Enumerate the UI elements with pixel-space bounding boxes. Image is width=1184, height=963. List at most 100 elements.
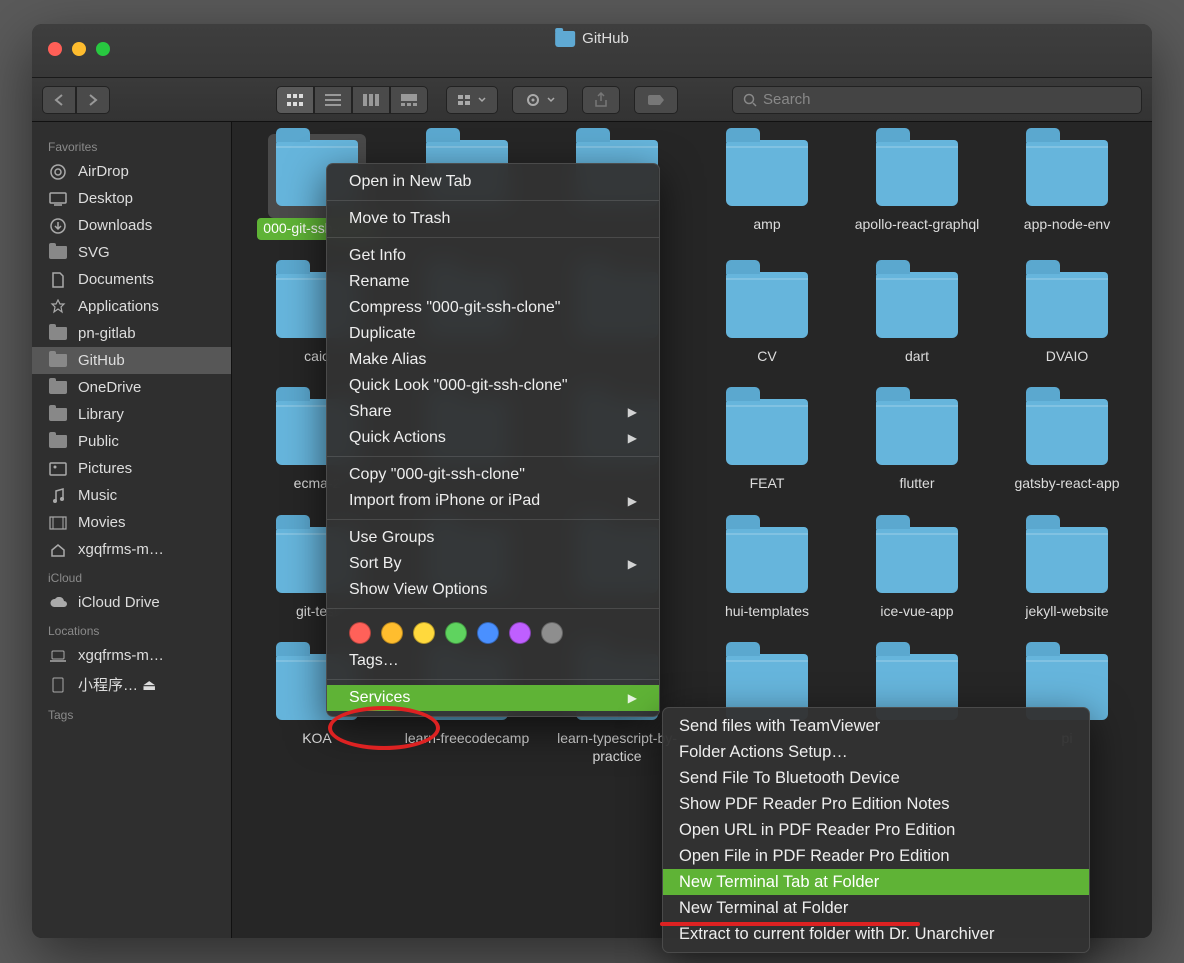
- ctx-item[interactable]: Quick Look "000-git-ssh-clone": [327, 373, 659, 399]
- disk-icon: [48, 677, 68, 693]
- ctx-item[interactable]: Duplicate: [327, 321, 659, 347]
- tag-color-dot[interactable]: [349, 622, 371, 644]
- sidebar-item-applications[interactable]: Applications: [32, 293, 231, 320]
- minimize-icon[interactable]: [72, 42, 86, 56]
- folder-icon: [726, 527, 808, 593]
- submenu-item[interactable]: Extract to current folder with Dr. Unarc…: [663, 921, 1089, 947]
- submenu-item[interactable]: Folder Actions Setup…: [663, 739, 1089, 765]
- ctx-item[interactable]: Get Info: [327, 243, 659, 269]
- sidebar-item-public[interactable]: Public: [32, 428, 231, 455]
- folder-icon: [48, 245, 68, 261]
- folder-item[interactable]: apollo-react-graphql: [842, 140, 992, 240]
- submenu-item[interactable]: Show PDF Reader Pro Edition Notes: [663, 791, 1089, 817]
- folder-icon: [1026, 399, 1108, 465]
- sidebar-item-documents[interactable]: Documents: [32, 266, 231, 293]
- ctx-item[interactable]: Quick Actions▶: [327, 425, 659, 451]
- folder-item[interactable]: CV: [692, 272, 842, 368]
- folder-item[interactable]: gatsby-react-app: [992, 399, 1142, 495]
- tag-color-dot[interactable]: [445, 622, 467, 644]
- share-button[interactable]: [582, 86, 620, 114]
- ctx-item[interactable]: Make Alias: [327, 347, 659, 373]
- tag-color-dot[interactable]: [381, 622, 403, 644]
- column-view-button[interactable]: [352, 86, 390, 114]
- ctx-item[interactable]: Sort By▶: [327, 551, 659, 577]
- submenu-item[interactable]: Open URL in PDF Reader Pro Edition: [663, 817, 1089, 843]
- traffic-lights: [48, 42, 110, 56]
- folder-item[interactable]: DVAIO: [992, 272, 1142, 368]
- sidebar-item-xgqfrms-m-[interactable]: xgqfrms-m…: [32, 536, 231, 563]
- window-title: GitHub: [555, 30, 629, 47]
- sidebar-item-onedrive[interactable]: OneDrive: [32, 374, 231, 401]
- sidebar-item-downloads[interactable]: Downloads: [32, 212, 231, 239]
- ctx-item[interactable]: Show View Options: [327, 577, 659, 603]
- folder-icon: [1026, 140, 1108, 206]
- sidebar-item-desktop[interactable]: Desktop: [32, 185, 231, 212]
- sidebar-item-music[interactable]: Music: [32, 482, 231, 509]
- ctx-item[interactable]: Rename: [327, 269, 659, 295]
- sidebar-item-svg[interactable]: SVG: [32, 239, 231, 266]
- action-button[interactable]: [512, 86, 568, 114]
- search-field[interactable]: Search: [732, 86, 1142, 114]
- close-icon[interactable]: [48, 42, 62, 56]
- tag-color-dot[interactable]: [541, 622, 563, 644]
- ctx-item[interactable]: Copy "000-git-ssh-clone": [327, 462, 659, 488]
- folder-item[interactable]: hui-templates: [692, 527, 842, 623]
- submenu-item[interactable]: Send files with TeamViewer: [663, 713, 1089, 739]
- ctx-item[interactable]: Import from iPhone or iPad▶: [327, 488, 659, 514]
- forward-button[interactable]: [76, 86, 110, 114]
- sidebar-section-header: Locations: [32, 616, 231, 642]
- sidebar-item-library[interactable]: Library: [32, 401, 231, 428]
- submenu-item[interactable]: New Terminal at Folder: [663, 895, 1089, 921]
- folder-item[interactable]: ice-vue-app: [842, 527, 992, 623]
- list-view-button[interactable]: [314, 86, 352, 114]
- folder-item[interactable]: flutter: [842, 399, 992, 495]
- ctx-item[interactable]: Open in New Tab: [327, 169, 659, 195]
- folder-label: dart: [899, 346, 935, 368]
- separator: [327, 237, 659, 238]
- action-group: [512, 86, 568, 114]
- ctx-services[interactable]: Services▶: [327, 685, 659, 711]
- folder-item[interactable]: amp: [692, 140, 842, 240]
- ctx-item[interactable]: Move to Trash: [327, 206, 659, 232]
- services-submenu[interactable]: Send files with TeamViewerFolder Actions…: [662, 707, 1090, 953]
- tag-color-dot[interactable]: [413, 622, 435, 644]
- sidebar-item-pn-gitlab[interactable]: pn-gitlab: [32, 320, 231, 347]
- tag-color-dot[interactable]: [477, 622, 499, 644]
- ctx-item[interactable]: Use Groups: [327, 525, 659, 551]
- sidebar-item-movies[interactable]: Movies: [32, 509, 231, 536]
- sidebar-item-icloud-drive[interactable]: iCloud Drive: [32, 589, 231, 616]
- desktop-icon: [48, 191, 68, 207]
- context-menu[interactable]: Open in New Tab Move to Trash Get InfoRena…: [326, 163, 660, 717]
- sidebar-item-airdrop[interactable]: AirDrop: [32, 158, 231, 185]
- tags-button[interactable]: [634, 86, 678, 114]
- folder-icon: [1026, 527, 1108, 593]
- submenu-item[interactable]: New Terminal Tab at Folder: [663, 869, 1089, 895]
- folder-item[interactable]: jekyll-website: [992, 527, 1142, 623]
- submenu-item[interactable]: Open File in PDF Reader Pro Edition: [663, 843, 1089, 869]
- sidebar-item-pictures[interactable]: Pictures: [32, 455, 231, 482]
- title-text: GitHub: [582, 30, 629, 47]
- sidebar-item--[interactable]: 小程序… ⏏: [32, 669, 231, 700]
- folder-item[interactable]: dart: [842, 272, 992, 368]
- back-button[interactable]: [42, 86, 76, 114]
- sidebar-section-header: iCloud: [32, 563, 231, 589]
- folder-item[interactable]: FEAT: [692, 399, 842, 495]
- sidebar-item-label: Desktop: [78, 190, 133, 207]
- tag-color-dot[interactable]: [509, 622, 531, 644]
- folder-icon: [48, 407, 68, 423]
- chevron-right-icon: ▶: [628, 557, 637, 571]
- folder-item[interactable]: app-node-env: [992, 140, 1142, 240]
- sidebar-section-header: Tags: [32, 700, 231, 726]
- sidebar-item-github[interactable]: GitHub: [32, 347, 231, 374]
- chevron-down-icon: [478, 97, 486, 103]
- ctx-item[interactable]: Share▶: [327, 399, 659, 425]
- icon-view-button[interactable]: [276, 86, 314, 114]
- gallery-view-button[interactable]: [390, 86, 428, 114]
- sidebar-item-xgqfrms-m-[interactable]: xgqfrms-m…: [32, 642, 231, 669]
- arrange-button[interactable]: [446, 86, 498, 114]
- ctx-tags[interactable]: Tags…: [327, 648, 659, 674]
- zoom-icon[interactable]: [96, 42, 110, 56]
- sidebar-section-header: Favorites: [32, 132, 231, 158]
- submenu-item[interactable]: Send File To Bluetooth Device: [663, 765, 1089, 791]
- ctx-item[interactable]: Compress "000-git-ssh-clone": [327, 295, 659, 321]
